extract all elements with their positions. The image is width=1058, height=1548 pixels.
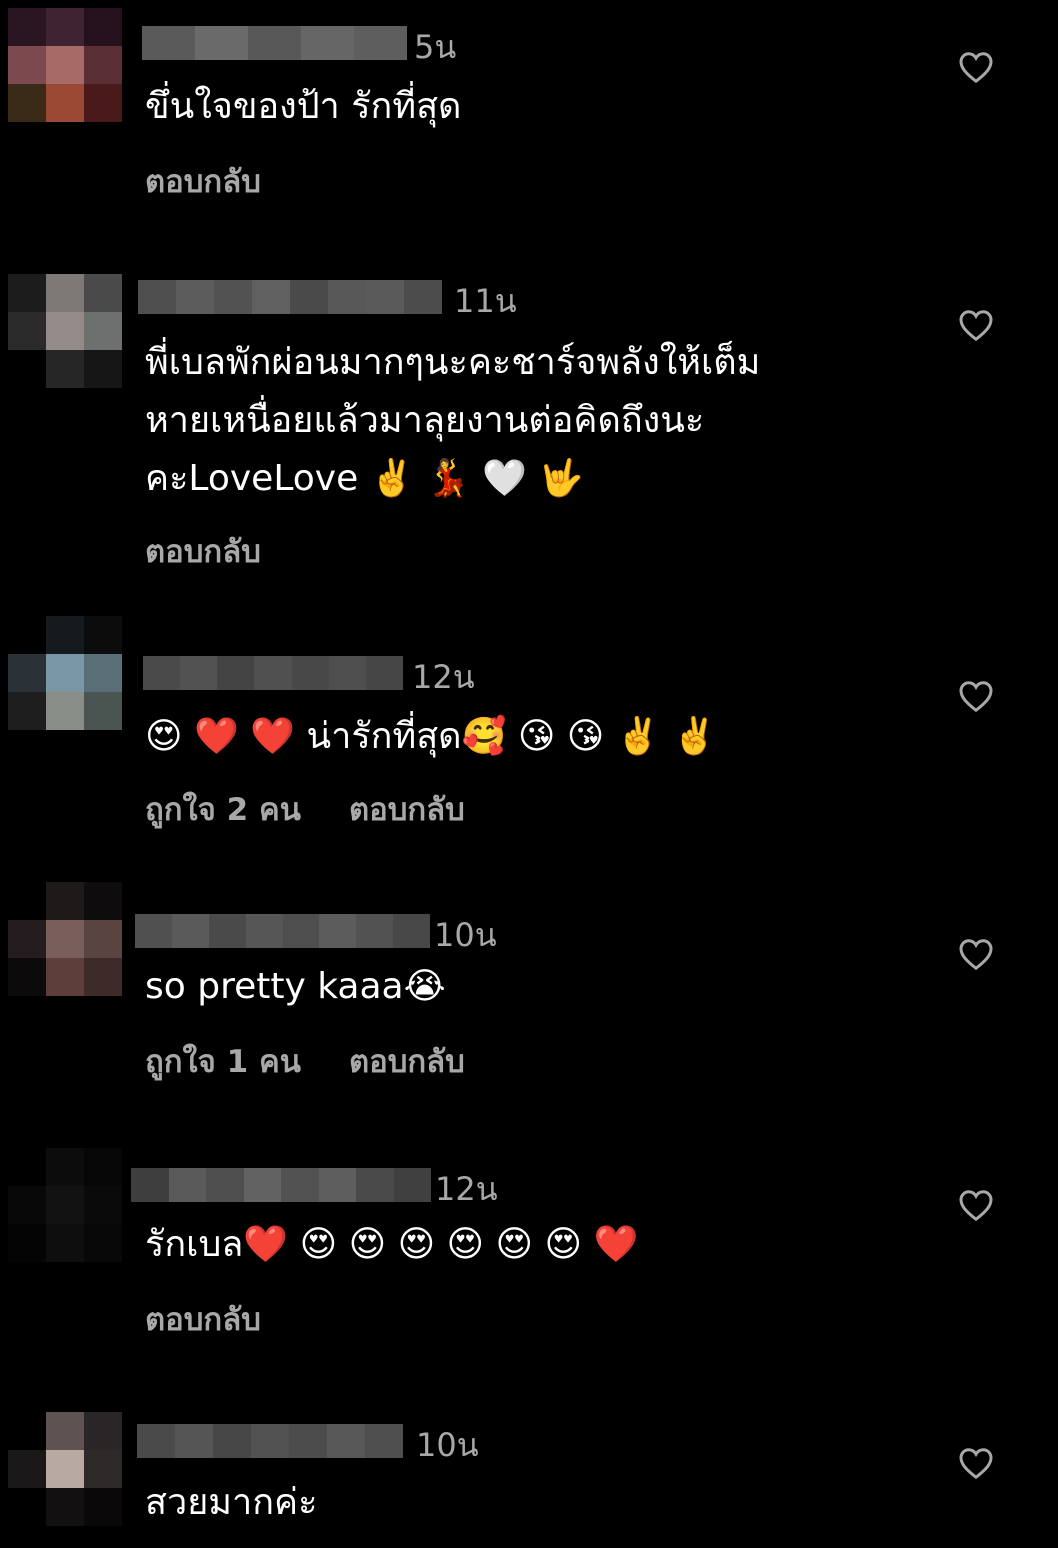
timestamp: 10น xyxy=(434,916,497,954)
username-redacted[interactable] xyxy=(135,914,430,948)
username-redacted[interactable] xyxy=(142,26,407,60)
username-redacted[interactable] xyxy=(138,280,442,314)
reply-button[interactable]: ตอบกลับ xyxy=(145,164,261,200)
reply-button[interactable]: ตอบกลับ xyxy=(145,534,261,570)
avatar[interactable] xyxy=(8,1412,122,1526)
heart-outline-icon[interactable] xyxy=(958,679,994,713)
comment-actions: ถูกใจ 2 คน ตอบกลับ xyxy=(145,784,465,834)
avatar[interactable] xyxy=(8,882,122,996)
reply-button[interactable]: ตอบกลับ xyxy=(349,1044,465,1080)
username-redacted[interactable] xyxy=(131,1168,431,1202)
timestamp: 12น xyxy=(435,1170,498,1208)
avatar[interactable] xyxy=(8,274,122,388)
timestamp: 10น xyxy=(416,1426,479,1464)
heart-outline-icon[interactable] xyxy=(958,308,994,342)
comment-text: พี่เบลพักผ่อนมากๆนะคะชาร์จพลังให้เต็ม หา… xyxy=(145,342,761,499)
username-redacted[interactable] xyxy=(143,656,403,690)
reply-button[interactable]: ตอบกลับ xyxy=(349,792,465,828)
timestamp: 5น xyxy=(414,28,457,66)
username-redacted[interactable] xyxy=(137,1424,403,1458)
heart-outline-icon[interactable] xyxy=(958,1446,994,1480)
reply-button[interactable]: ตอบกลับ xyxy=(145,1302,261,1338)
comment-text: 😍 ❤️ ❤️ น่ารักที่สุด🥰 😘 😘 ✌️ ✌️ xyxy=(145,716,717,757)
comment-text: รักเบล❤️ 😍 😍 😍 😍 😍 😍 ❤️ xyxy=(145,1224,639,1265)
likes-count-link[interactable]: ถูกใจ 1 คน xyxy=(145,1044,301,1080)
comment-actions: ตอบกลับ xyxy=(145,1294,261,1344)
avatar[interactable] xyxy=(8,616,122,730)
comment-actions: ตอบกลับ xyxy=(145,526,261,576)
heart-outline-icon[interactable] xyxy=(958,50,994,84)
comment-text: สวยมากค่ะ xyxy=(145,1482,318,1523)
timestamp: 11น xyxy=(454,282,517,320)
timestamp: 12น xyxy=(412,658,475,696)
comment-actions: ถูกใจ 1 คน ตอบกลับ xyxy=(145,1036,465,1086)
comment-text: so pretty kaaa😭 xyxy=(145,966,446,1007)
avatar[interactable] xyxy=(8,1148,122,1262)
heart-outline-icon[interactable] xyxy=(958,937,994,971)
avatar[interactable] xyxy=(8,8,122,122)
heart-outline-icon[interactable] xyxy=(958,1188,994,1222)
comment-actions: ตอบกลับ xyxy=(145,156,261,206)
likes-count-link[interactable]: ถูกใจ 2 คน xyxy=(145,792,301,828)
comment-text: ขึ่นใจของป้า รักที่สุด xyxy=(145,86,462,127)
